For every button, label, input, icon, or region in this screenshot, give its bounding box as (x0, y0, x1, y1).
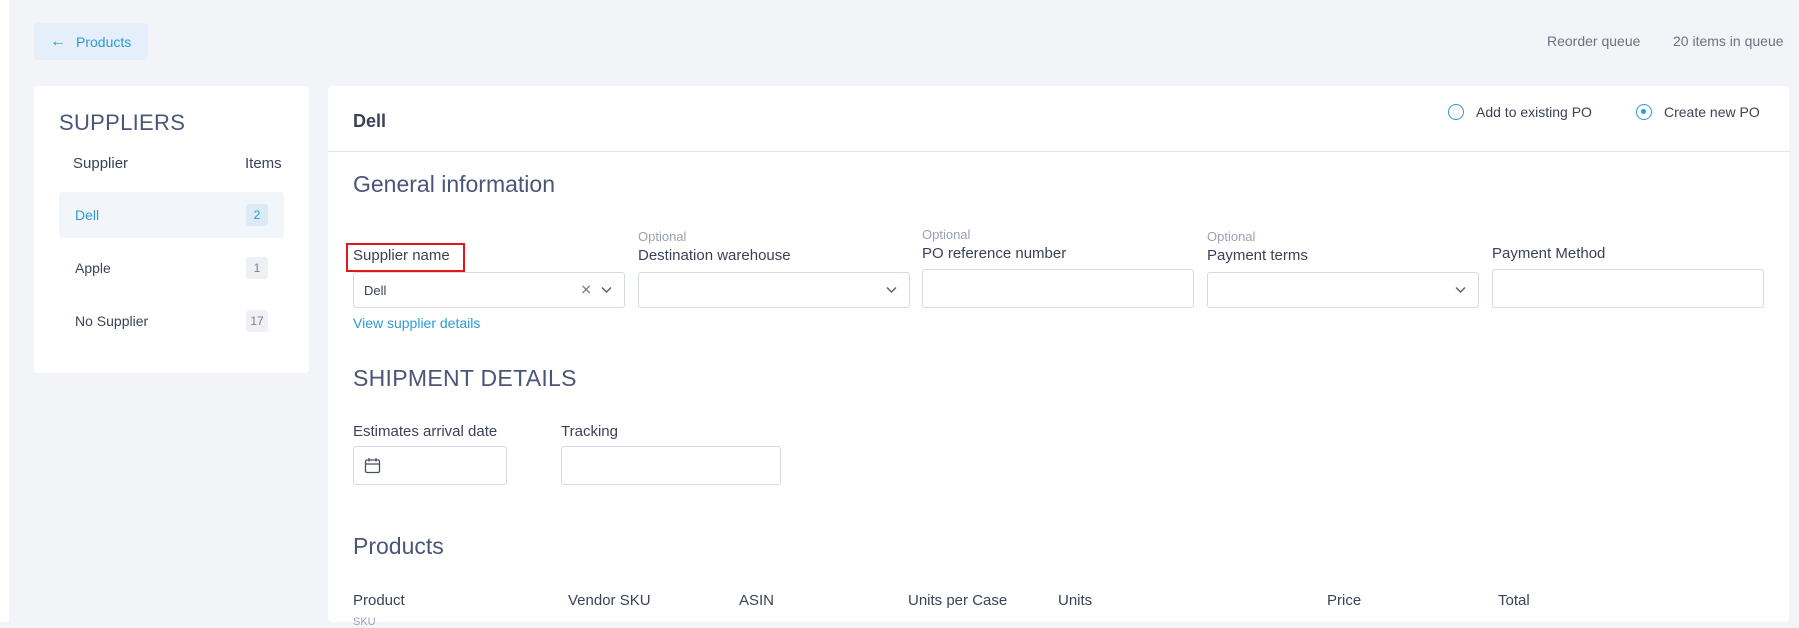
arrival-date-picker[interactable] (353, 446, 507, 485)
radio-unchecked-icon (1448, 104, 1464, 120)
column-header-asin: ASIN (739, 592, 775, 609)
terms-optional-hint: Optional (1207, 229, 1256, 244)
supplier-name-select[interactable]: Dell ✕ (353, 272, 625, 308)
suppliers-title: SUPPLIERS (59, 110, 186, 135)
back-to-products-button[interactable]: ← Products (34, 23, 148, 60)
payment-method-input[interactable] (1492, 269, 1764, 308)
reorder-queue-link[interactable]: Reorder queue (1547, 33, 1640, 49)
payment-method-label: Payment Method (1492, 245, 1606, 262)
column-header-total: Total (1498, 592, 1530, 609)
supplier-name-value: Dell (364, 282, 387, 298)
destination-warehouse-select[interactable] (638, 272, 910, 308)
arrival-date-label: Estimates arrival date (353, 423, 498, 440)
clear-icon[interactable]: ✕ (580, 282, 592, 299)
view-supplier-details-link[interactable]: View supplier details (353, 315, 480, 331)
payment-terms-select[interactable] (1207, 272, 1479, 308)
chevron-down-icon[interactable] (886, 286, 897, 294)
po-optional-hint: Optional (922, 227, 971, 242)
products-heading: Products (353, 533, 444, 559)
header-divider (328, 151, 1789, 152)
column-header-units: Units (1058, 592, 1093, 609)
calendar-icon (364, 458, 381, 474)
tracking-input[interactable] (561, 446, 781, 485)
back-button-label: Products (76, 33, 132, 50)
supplier-row-count: 17 (246, 310, 268, 332)
column-header-units-per-case: Units per Case (908, 592, 1008, 609)
tracking-label: Tracking (561, 423, 618, 440)
radio-checked-icon (1636, 104, 1652, 120)
radio-new-label: Create new PO (1664, 104, 1760, 120)
purchase-order-panel: Dell Add to existing PO Create new PO Ge… (328, 86, 1789, 628)
supplier-row-name: No Supplier (75, 313, 149, 329)
supplier-row-name: Apple (75, 260, 111, 276)
supplier-row-no-supplier[interactable]: No Supplier 17 (59, 298, 284, 344)
supplier-row-count: 1 (246, 257, 268, 279)
supplier-row-count: 2 (246, 204, 268, 226)
destination-warehouse-label: Destination warehouse (638, 247, 791, 264)
radio-add-to-existing-po[interactable]: Add to existing PO (1448, 104, 1592, 120)
suppliers-panel: SUPPLIERS Supplier Items Dell 2 Apple 1 … (34, 86, 309, 373)
arrow-left-icon: ← (50, 32, 66, 50)
supplier-title: Dell (353, 111, 387, 131)
radio-create-new-po[interactable]: Create new PO (1636, 104, 1760, 120)
window-left-edge (0, 0, 9, 622)
radio-existing-label: Add to existing PO (1476, 104, 1592, 120)
chevron-down-icon[interactable] (601, 286, 612, 294)
supplier-row-apple[interactable]: Apple 1 (59, 245, 284, 291)
column-header-product: Product (353, 592, 405, 609)
shipment-details-heading: SHIPMENT DETAILS (353, 365, 577, 391)
supplier-row-name: Dell (75, 207, 100, 223)
general-information-heading: General information (353, 171, 555, 197)
highlight-box (346, 243, 465, 272)
chevron-down-icon[interactable] (1455, 286, 1466, 294)
column-header-price: Price (1327, 592, 1362, 609)
supplier-row-dell[interactable]: Dell 2 (59, 192, 284, 238)
items-column-header: Items (245, 155, 282, 172)
column-header-vendor-sku: Vendor SKU (568, 592, 651, 609)
queue-count: 20 items in queue (1673, 33, 1784, 49)
po-reference-label: PO reference number (922, 245, 1067, 262)
supplier-column-header: Supplier (73, 155, 129, 172)
column-subheader-sku: SKU (353, 616, 376, 628)
payment-terms-label: Payment terms (1207, 247, 1308, 264)
po-reference-input[interactable] (922, 269, 1194, 308)
destination-optional-hint: Optional (638, 229, 687, 244)
